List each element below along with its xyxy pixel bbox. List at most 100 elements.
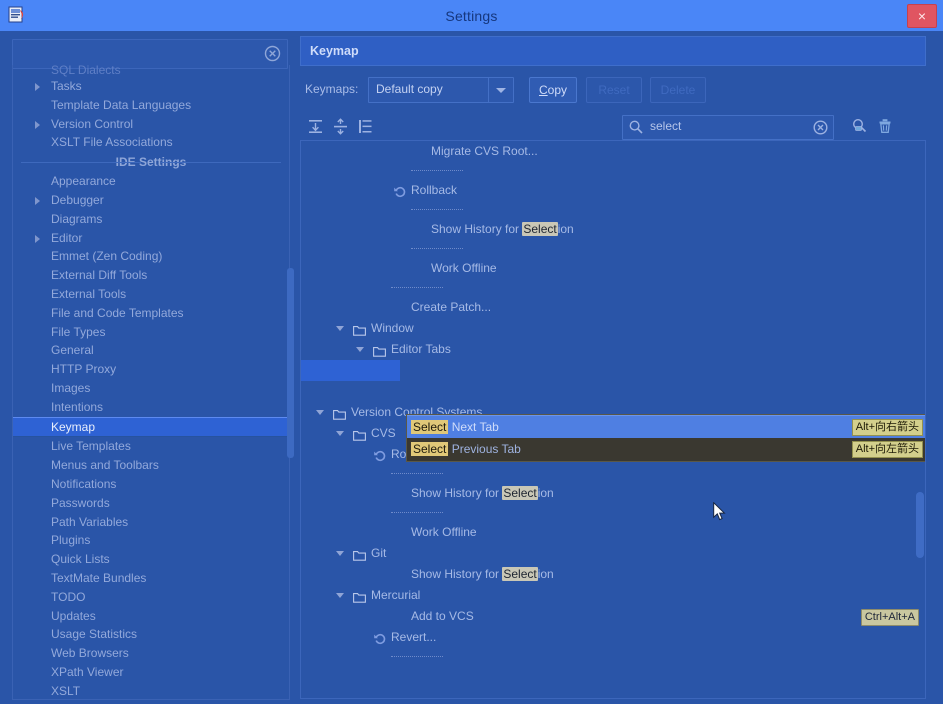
sidebar-item-xslt-file-associations[interactable]: XSLT File Associations: [13, 133, 289, 152]
tree-action-create-patch[interactable]: Create Patch...: [301, 297, 925, 318]
sidebar-item-emmet-zen-coding[interactable]: Emmet (Zen Coding): [13, 247, 289, 266]
expand-all-icon[interactable]: [304, 115, 326, 137]
sidebar-item-web-browsers[interactable]: Web Browsers: [13, 644, 289, 663]
sidebar-item-label: Path Variables: [51, 514, 129, 529]
sidebar-item-quick-lists[interactable]: Quick Lists: [13, 550, 289, 569]
chevron-right-icon[interactable]: [35, 234, 40, 243]
chevron-right-icon[interactable]: [35, 196, 40, 205]
sidebar-item-sql-dialects[interactable]: SQL Dialects: [13, 65, 289, 77]
tree-action-work-offline[interactable]: Work Offline: [301, 258, 925, 279]
folder-icon: [353, 427, 366, 441]
sidebar-item-usage-statistics[interactable]: Usage Statistics: [13, 625, 289, 644]
keymap-tree[interactable]: Migrate CVS Root... Rollback Show History …: [300, 140, 926, 699]
tree-folder-editor-tabs[interactable]: Editor Tabs: [301, 339, 925, 360]
sidebar-item-live-templates[interactable]: Live Templates: [13, 437, 289, 456]
tree-separator: [301, 648, 925, 666]
tree-action-show-history-for-selection[interactable]: Show History for Selection: [301, 483, 925, 504]
keymap-select-value: Default copy: [376, 82, 443, 96]
sidebar-item-passwords[interactable]: Passwords: [13, 494, 289, 513]
popup-row[interactable]: Select Previous Tab Alt+向左箭头: [407, 438, 925, 460]
sidebar-scrollbar-thumb[interactable]: [287, 268, 294, 458]
folder-icon: [373, 343, 386, 357]
collapse-all-icon[interactable]: [329, 115, 351, 137]
trash-icon[interactable]: [874, 115, 896, 137]
tree-folder-mercurial[interactable]: Mercurial: [301, 585, 925, 606]
edit-shortcut-icon[interactable]: [354, 115, 376, 137]
sidebar-item-file-types[interactable]: File Types: [13, 323, 289, 342]
chevron-down-icon[interactable]: [316, 410, 324, 415]
chevron-right-icon[interactable]: [35, 120, 40, 129]
sidebar-item-template-data-languages[interactable]: Template Data Languages: [13, 96, 289, 115]
find-action-icon: [628, 119, 644, 135]
sidebar-item-textmate-bundles[interactable]: TextMate Bundles: [13, 569, 289, 588]
tree-row[interactable]: [301, 381, 925, 402]
chevron-right-icon[interactable]: [35, 83, 40, 91]
tree-action-show-history-for-selection[interactable]: Show History for Selection: [301, 564, 925, 585]
title-bar: Settings ×: [0, 0, 943, 31]
sidebar-item-http-proxy[interactable]: HTTP Proxy: [13, 360, 289, 379]
tree-action-rollback[interactable]: Rollback: [301, 180, 925, 201]
clear-icon[interactable]: [264, 45, 281, 62]
search-match-highlight: Select: [411, 442, 449, 456]
sidebar-item-version-control[interactable]: Version Control: [13, 115, 289, 134]
close-button[interactable]: ×: [907, 4, 937, 28]
tree-action-add-to-vcs[interactable]: Add to VCS Ctrl+Alt+A: [301, 606, 925, 627]
sidebar-item-xpath-viewer[interactable]: XPath Viewer: [13, 663, 289, 682]
sidebar-item-label: Quick Lists: [51, 552, 110, 567]
sidebar-item-appearance[interactable]: Appearance: [13, 172, 289, 191]
search-input[interactable]: select: [622, 115, 834, 140]
sidebar-item-label: Usage Statistics: [51, 627, 138, 642]
search-input-value: select: [650, 119, 682, 133]
sidebar-item-general[interactable]: General: [13, 341, 289, 360]
sidebar-item-external-tools[interactable]: External Tools: [13, 285, 289, 304]
sidebar-scrollbar[interactable]: [287, 36, 294, 670]
page-title: Keymap: [310, 44, 359, 58]
tree-separator: [301, 504, 925, 522]
chevron-down-icon[interactable]: [356, 347, 364, 352]
chevron-down-icon[interactable]: [336, 431, 344, 436]
chevron-down-icon[interactable]: [336, 551, 344, 556]
chevron-down-icon[interactable]: [336, 326, 344, 331]
find-by-shortcut-icon[interactable]: [849, 115, 871, 137]
tree-row[interactable]: [301, 360, 400, 381]
sidebar-item-xslt[interactable]: XSLT: [13, 682, 289, 699]
tree-folder-window[interactable]: Window: [301, 318, 925, 339]
sidebar-item-external-diff-tools[interactable]: External Diff Tools: [13, 266, 289, 285]
sidebar-item-tasks[interactable]: Tasks: [13, 77, 289, 96]
sidebar-item-keymap[interactable]: Keymap: [13, 416, 289, 438]
settings-window: Settings × SQL Dialects Tasks Template Dat…: [0, 0, 943, 704]
tree-action-show-history-for-selection[interactable]: Show History for Selection: [301, 219, 925, 240]
sidebar-item-intentions[interactable]: Intentions: [13, 398, 289, 417]
sidebar-item-images[interactable]: Images: [13, 379, 289, 398]
tree-scrollbar[interactable]: [916, 142, 924, 695]
tree-scrollbar-thumb[interactable]: [916, 492, 924, 558]
sidebar-item-path-variables[interactable]: Path Variables: [13, 513, 289, 532]
tree-folder-git[interactable]: Git: [301, 543, 925, 564]
sidebar-item-todo[interactable]: TODO: [13, 588, 289, 607]
tree-row-label: CVS: [371, 426, 396, 440]
tree-row-label: Mercurial: [371, 588, 421, 602]
sidebar-item-plugins[interactable]: Plugins: [13, 531, 289, 550]
chevron-down-icon[interactable]: [488, 78, 513, 102]
sidebar-item-label: External Diff Tools: [51, 268, 148, 283]
sidebar-item-updates[interactable]: Updates: [13, 607, 289, 626]
sidebar-item-notifications[interactable]: Notifications: [13, 475, 289, 494]
tree-action-work-offline[interactable]: Work Offline: [301, 522, 925, 543]
tree-action-revert[interactable]: Revert...: [301, 627, 925, 648]
chevron-down-icon[interactable]: [336, 593, 344, 598]
sidebar-item-label: Editor: [51, 230, 83, 245]
tree-row-label-suffix: ion: [537, 486, 554, 500]
sidebar-item-label: SQL Dialects: [51, 65, 121, 77]
tree-row-label: Add to VCS: [411, 609, 474, 623]
copy-button[interactable]: Copy: [529, 77, 577, 103]
sidebar-item-editor[interactable]: Editor: [13, 229, 289, 248]
popup-row[interactable]: Select Next Tab Alt+向右箭头: [407, 415, 925, 438]
clear-icon[interactable]: [813, 120, 828, 135]
sidebar-item-file-and-code-templates[interactable]: File and Code Templates: [13, 304, 289, 323]
sidebar-item-diagrams[interactable]: Diagrams: [13, 210, 289, 229]
keymap-select[interactable]: Default copy: [368, 77, 514, 103]
sidebar-item-menus-and-toolbars[interactable]: Menus and Toolbars: [13, 456, 289, 475]
sidebar-item-debugger[interactable]: Debugger: [13, 191, 289, 210]
tree-action-migrate-cvs-root[interactable]: Migrate CVS Root...: [301, 141, 925, 162]
sidebar-tree[interactable]: SQL Dialects Tasks Template Data Languages…: [12, 65, 290, 700]
